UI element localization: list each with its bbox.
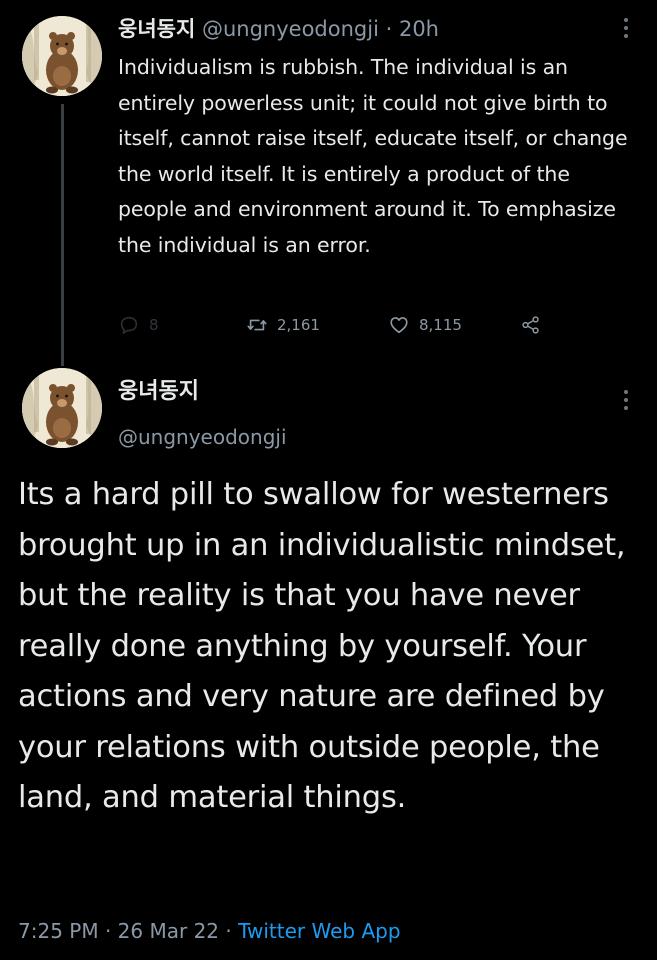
reply-count: 8 [149,316,159,334]
like-button[interactable]: 8,115 [388,310,462,340]
retweet-icon [247,319,267,331]
tweet-date[interactable]: 26 Mar 22 [118,919,219,943]
timestamp[interactable]: 20h [399,17,439,41]
meta-separator: · [98,919,118,943]
tweet-text: Its a hard pill to swallow for westerner… [18,477,626,815]
share-icon [522,316,539,334]
handle[interactable]: @ungnyeodongji [118,422,287,452]
tweet-actions: 8 2,161 8,115 [118,310,558,340]
meta-separator: · [378,17,399,41]
tweet-text: Individualism is rubbish. The individual… [118,55,628,257]
avatar[interactable] [22,368,102,448]
display-name[interactable]: 웅녀동지 [118,376,199,408]
bear-avatar-icon [22,16,102,96]
bear-avatar-icon [22,368,102,448]
avatar[interactable] [22,16,102,96]
reply-button[interactable]: 8 [118,310,159,340]
reply-icon [120,316,138,335]
handle[interactable]: @ungnyeodongji [202,17,379,41]
retweet-button[interactable]: 2,161 [246,310,320,340]
share-button[interactable] [520,310,551,340]
tweet1-header: 웅녀동지 @ungnyeodongji · 20h [118,14,439,44]
display-name[interactable]: 웅녀동지 [118,17,195,41]
more-icon[interactable] [621,388,631,412]
like-count: 8,115 [419,316,462,334]
thread-connector-line [61,104,64,366]
tweet-meta: 7:25 PM · 26 Mar 22 · Twitter Web App [18,915,401,947]
more-icon[interactable] [621,16,631,40]
tweet-time[interactable]: 7:25 PM [18,919,99,943]
meta-separator: · [219,919,239,943]
retweet-count: 2,161 [277,316,320,334]
tweet-source-link[interactable]: Twitter Web App [238,919,400,943]
like-icon [390,317,408,334]
